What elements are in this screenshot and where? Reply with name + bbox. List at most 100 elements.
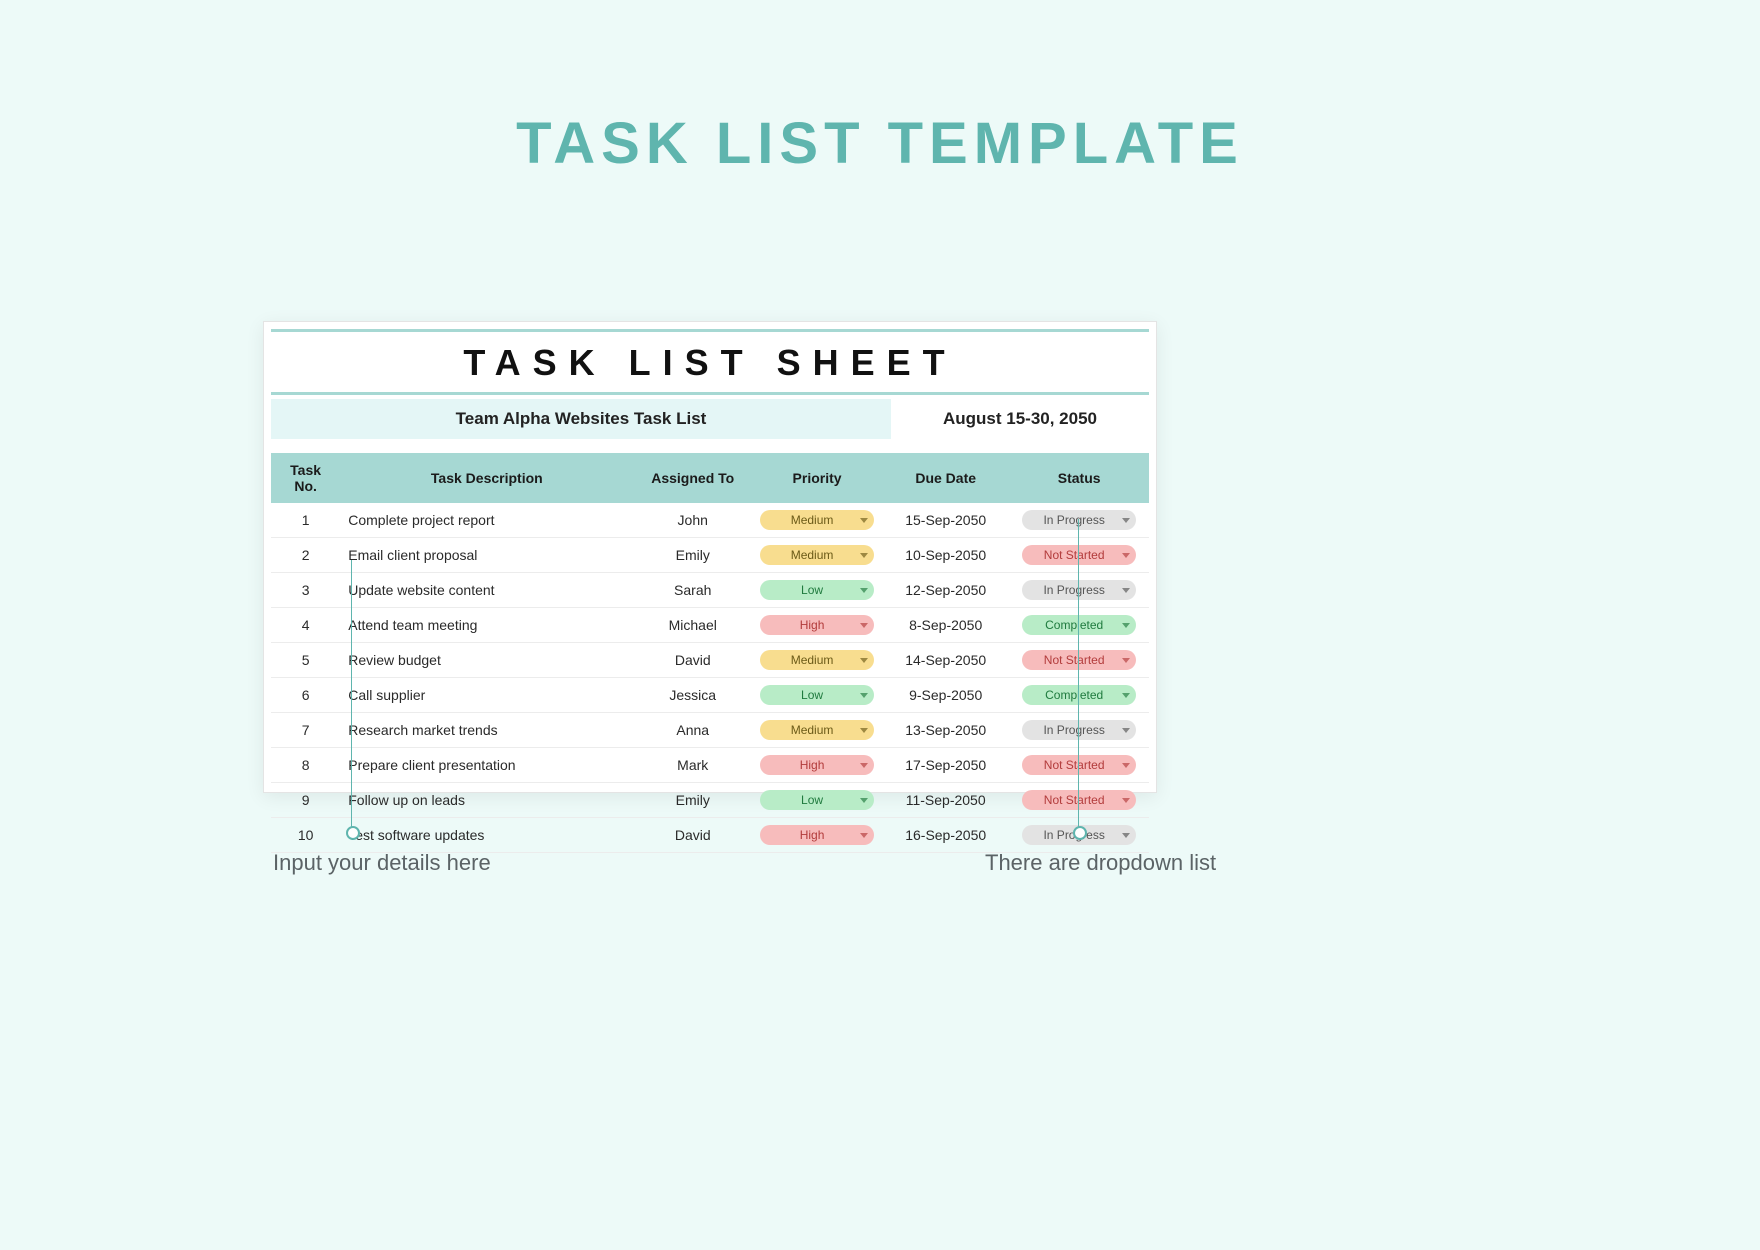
cell-assigned-to[interactable]: David <box>633 643 752 678</box>
cell-task-no[interactable]: 5 <box>271 643 340 678</box>
chevron-down-icon <box>1122 798 1130 803</box>
col-priority: Priority <box>752 453 882 503</box>
cell-due-date[interactable]: 9-Sep-2050 <box>882 678 1009 713</box>
status-dropdown[interactable]: Completed <box>1022 615 1136 635</box>
cell-assigned-to[interactable]: Mark <box>633 748 752 783</box>
cell-task-description[interactable]: Email client proposal <box>340 538 633 573</box>
cell-task-no[interactable]: 3 <box>271 573 340 608</box>
table-header-row: Task No. Task Description Assigned To Pr… <box>271 453 1149 503</box>
priority-dropdown[interactable]: Low <box>760 685 874 705</box>
table-row: 1Complete project reportJohn Medium 15-Sep… <box>271 503 1149 538</box>
cell-task-description[interactable]: Attend team meeting <box>340 608 633 643</box>
table-row: 7Research market trendsAnna Medium 13-Sep-… <box>271 713 1149 748</box>
col-task-no: Task No. <box>271 453 340 503</box>
chevron-down-icon <box>1122 623 1130 628</box>
chevron-down-icon <box>860 728 868 733</box>
cell-due-date[interactable]: 11-Sep-2050 <box>882 783 1009 818</box>
cell-task-description[interactable]: Call supplier <box>340 678 633 713</box>
cell-task-description[interactable]: Test software updates <box>340 818 633 853</box>
page-title: TASK LIST TEMPLATE <box>0 110 1760 177</box>
cell-task-no[interactable]: 8 <box>271 748 340 783</box>
cell-assigned-to[interactable]: Emily <box>633 783 752 818</box>
priority-dropdown[interactable]: High <box>760 755 874 775</box>
status-dropdown[interactable]: In Progress <box>1022 720 1136 740</box>
chevron-down-icon <box>860 693 868 698</box>
cell-due-date[interactable]: 15-Sep-2050 <box>882 503 1009 538</box>
cell-task-no[interactable]: 4 <box>271 608 340 643</box>
chevron-down-icon <box>1122 658 1130 663</box>
cell-due-date[interactable]: 17-Sep-2050 <box>882 748 1009 783</box>
status-dropdown[interactable]: Not Started <box>1022 790 1136 810</box>
cell-due-date[interactable]: 14-Sep-2050 <box>882 643 1009 678</box>
status-dropdown[interactable]: Completed <box>1022 685 1136 705</box>
status-dropdown[interactable]: Not Started <box>1022 545 1136 565</box>
cell-priority: Low <box>752 678 882 713</box>
cell-task-no[interactable]: 6 <box>271 678 340 713</box>
cell-task-no[interactable]: 1 <box>271 503 340 538</box>
cell-due-date[interactable]: 10-Sep-2050 <box>882 538 1009 573</box>
cell-priority: Low <box>752 573 882 608</box>
cell-task-description[interactable]: Complete project report <box>340 503 633 538</box>
cell-task-no[interactable]: 2 <box>271 538 340 573</box>
priority-dropdown[interactable]: Medium <box>760 545 874 565</box>
status-dropdown[interactable]: In Progress <box>1022 510 1136 530</box>
cell-task-no[interactable]: 10 <box>271 818 340 853</box>
task-list-sheet: TASK LIST SHEET Team Alpha Websites Task… <box>263 321 1157 793</box>
priority-dropdown[interactable]: High <box>760 615 874 635</box>
cell-task-description[interactable]: Prepare client presentation <box>340 748 633 783</box>
cell-assigned-to[interactable]: Michael <box>633 608 752 643</box>
chevron-down-icon <box>860 623 868 628</box>
col-task-desc: Task Description <box>340 453 633 503</box>
priority-dropdown[interactable]: High <box>760 825 874 845</box>
cell-status: Not Started <box>1009 538 1149 573</box>
col-status: Status <box>1009 453 1149 503</box>
col-assigned-to: Assigned To <box>633 453 752 503</box>
cell-task-description[interactable]: Update website content <box>340 573 633 608</box>
chevron-down-icon <box>1122 728 1130 733</box>
cell-assigned-to[interactable]: Sarah <box>633 573 752 608</box>
task-table: Task No. Task Description Assigned To Pr… <box>271 453 1149 853</box>
table-row: 9Follow up on leadsEmily Low 11-Sep-2050 No… <box>271 783 1149 818</box>
table-row: 2Email client proposalEmily Medium 10-Sep-… <box>271 538 1149 573</box>
status-dropdown[interactable]: Not Started <box>1022 650 1136 670</box>
cell-due-date[interactable]: 8-Sep-2050 <box>882 608 1009 643</box>
chevron-down-icon <box>860 518 868 523</box>
cell-assigned-to[interactable]: John <box>633 503 752 538</box>
team-name-cell[interactable]: Team Alpha Websites Task List <box>271 399 891 439</box>
cell-due-date[interactable]: 13-Sep-2050 <box>882 713 1009 748</box>
cell-due-date[interactable]: 12-Sep-2050 <box>882 573 1009 608</box>
date-range-cell[interactable]: August 15-30, 2050 <box>891 399 1149 439</box>
cell-priority: Medium <box>752 713 882 748</box>
priority-dropdown[interactable]: Low <box>760 580 874 600</box>
sheet-title: TASK LIST SHEET <box>264 332 1156 392</box>
cell-status: In Progress <box>1009 573 1149 608</box>
cell-assigned-to[interactable]: Anna <box>633 713 752 748</box>
cell-status: Completed <box>1009 608 1149 643</box>
cell-assigned-to[interactable]: Emily <box>633 538 752 573</box>
cell-assigned-to[interactable]: David <box>633 818 752 853</box>
status-dropdown[interactable]: In Progress <box>1022 580 1136 600</box>
table-row: 10Test software updatesDavid High 16-Sep-2… <box>271 818 1149 853</box>
table-row: 6Call supplierJessica Low 9-Sep-2050 Comple… <box>271 678 1149 713</box>
priority-dropdown[interactable]: Medium <box>760 720 874 740</box>
col-due-date: Due Date <box>882 453 1009 503</box>
cell-priority: Low <box>752 783 882 818</box>
priority-dropdown[interactable]: Medium <box>760 650 874 670</box>
cell-task-no[interactable]: 9 <box>271 783 340 818</box>
table-row: 8Prepare client presentationMark High 17-S… <box>271 748 1149 783</box>
cell-priority: Medium <box>752 538 882 573</box>
cell-task-no[interactable]: 7 <box>271 713 340 748</box>
table-row: 5Review budgetDavid Medium 14-Sep-2050 Not … <box>271 643 1149 678</box>
chevron-down-icon <box>860 763 868 768</box>
chevron-down-icon <box>1122 553 1130 558</box>
cell-task-description[interactable]: Review budget <box>340 643 633 678</box>
cell-task-description[interactable]: Follow up on leads <box>340 783 633 818</box>
status-dropdown[interactable]: Not Started <box>1022 755 1136 775</box>
sheet-subheader: Team Alpha Websites Task List August 15-… <box>271 399 1149 439</box>
cell-assigned-to[interactable]: Jessica <box>633 678 752 713</box>
priority-dropdown[interactable]: Low <box>760 790 874 810</box>
priority-dropdown[interactable]: Medium <box>760 510 874 530</box>
cell-task-description[interactable]: Research market trends <box>340 713 633 748</box>
cell-due-date[interactable]: 16-Sep-2050 <box>882 818 1009 853</box>
chevron-down-icon <box>860 658 868 663</box>
